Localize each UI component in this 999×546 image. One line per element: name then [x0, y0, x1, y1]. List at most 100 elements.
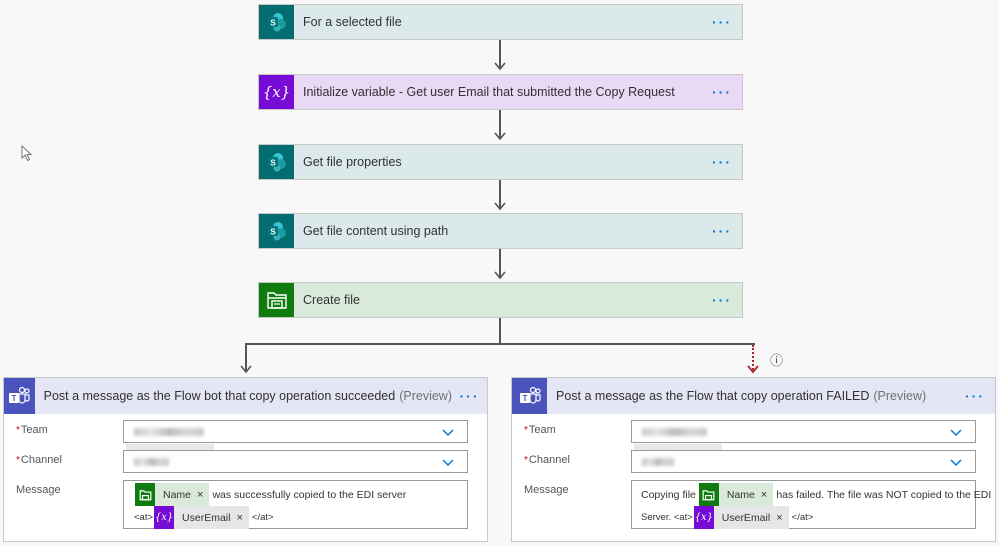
step-title: For a selected file — [303, 15, 402, 29]
message-text: </at> — [791, 512, 814, 523]
redacted-value — [642, 458, 674, 466]
dynamic-token-useremail[interactable]: {x} UserEmail × — [693, 506, 789, 529]
step-title: Get file properties — [303, 155, 402, 169]
action-header[interactable]: T Post a message as the Flow bot that co… — [4, 378, 487, 414]
preview-badge: (Preview) — [399, 389, 453, 403]
message-input[interactable]: Copying file Name × has failed. The file … — [631, 480, 991, 529]
teams-icon: T — [512, 378, 547, 414]
more-options-button[interactable]: ··· — [702, 75, 742, 109]
more-options-button[interactable]: ··· — [702, 214, 742, 248]
branch-connector-horizontal — [245, 343, 755, 345]
message-label: Message — [16, 484, 61, 496]
more-options-button[interactable]: ··· — [702, 145, 742, 179]
more-options-button[interactable]: ··· — [955, 378, 995, 414]
sharepoint-icon: S — [259, 214, 294, 248]
remove-token-button[interactable]: × — [761, 489, 767, 501]
arrow-down-icon — [494, 132, 506, 141]
more-options-button[interactable]: ··· — [702, 283, 742, 317]
sharepoint-icon: S — [259, 145, 294, 179]
svg-text:T: T — [522, 394, 527, 403]
more-options-button[interactable]: ··· — [702, 5, 742, 39]
redacted-value — [134, 428, 204, 436]
preview-badge: (Preview) — [873, 389, 927, 403]
chevron-down-icon[interactable] — [441, 455, 455, 469]
message-input[interactable]: Name × was successfully copied to the EDI… — [123, 480, 468, 529]
message-text: <at> — [134, 512, 154, 523]
required-mark: * — [16, 425, 20, 436]
token-label: UserEmail — [182, 511, 231, 524]
redacted-value — [642, 428, 707, 436]
action-title: Post a message as the Flow bot that copy… — [35, 378, 452, 414]
step-title: Initialize variable - Get user Email tha… — [303, 85, 675, 99]
chevron-down-icon[interactable] — [441, 425, 455, 439]
remove-token-button[interactable]: × — [236, 512, 242, 524]
message-text: was successfully copied to the EDI serve… — [212, 488, 407, 501]
remove-token-button[interactable]: × — [776, 512, 782, 524]
team-label-text: Team — [528, 424, 556, 436]
variable-icon: {x} — [259, 75, 294, 109]
sharepoint-icon: S — [259, 5, 294, 39]
teams-action-success: T Post a message as the Flow bot that co… — [3, 377, 488, 542]
required-mark: * — [524, 455, 528, 466]
channel-label-text: Channel — [528, 454, 570, 466]
required-mark: * — [16, 455, 20, 466]
svg-text:S: S — [270, 19, 276, 28]
team-label: *Team — [16, 424, 48, 436]
step-card-get-file-content[interactable]: S Get file content using path ··· — [258, 213, 743, 249]
file-system-icon — [698, 483, 719, 506]
dynamic-token-name[interactable]: Name × — [698, 483, 774, 506]
mouse-cursor-icon — [21, 145, 33, 162]
team-label: *Team — [524, 424, 556, 436]
message-label: Message — [524, 484, 569, 496]
svg-text:S: S — [270, 159, 276, 168]
dynamic-token-name[interactable]: Name × — [135, 483, 210, 506]
arrow-down-icon — [494, 271, 506, 280]
svg-text:S: S — [270, 228, 276, 237]
step-card-initialize-variable[interactable]: {x} Initialize variable - Get user Email… — [258, 74, 743, 110]
action-title-text: Post a message as the Flow that copy ope… — [556, 389, 870, 403]
team-dropdown[interactable] — [631, 420, 976, 443]
svg-text:T: T — [12, 394, 17, 403]
teams-icon: T — [4, 378, 35, 414]
file-system-icon — [259, 283, 294, 317]
team-dropdown[interactable] — [123, 420, 468, 443]
message-text: Server. <at> — [641, 512, 693, 523]
remove-token-button[interactable]: × — [197, 489, 203, 501]
message-text: </at> — [251, 512, 274, 523]
file-system-icon — [135, 483, 155, 506]
arrow-down-icon — [494, 202, 506, 211]
action-header[interactable]: T Post a message as the Flow that copy o… — [512, 378, 995, 414]
token-label: Name — [163, 488, 192, 501]
step-title: Get file content using path — [303, 224, 449, 238]
token-label: Name — [726, 488, 755, 501]
teams-action-failure: T Post a message as the Flow that copy o… — [511, 377, 996, 542]
arrow-down-icon — [494, 62, 506, 71]
channel-dropdown[interactable] — [123, 450, 468, 473]
action-title: Post a message as the Flow that copy ope… — [547, 378, 955, 414]
dynamic-token-useremail[interactable]: {x} UserEmail × — [154, 506, 249, 529]
step-card-get-file-properties[interactable]: S Get file properties ··· — [258, 144, 743, 180]
team-label-text: Team — [20, 424, 48, 436]
step-card-create-file[interactable]: Create file ··· — [258, 282, 743, 318]
channel-label: *Channel — [16, 454, 62, 466]
connector-line — [499, 318, 501, 344]
arrow-down-icon — [240, 365, 252, 374]
token-label: UserEmail — [721, 511, 771, 524]
run-after-info-icon[interactable]: ⓘ — [770, 350, 783, 369]
more-options-button[interactable]: ··· — [452, 378, 487, 414]
chevron-down-icon[interactable] — [949, 425, 963, 439]
channel-label: *Channel — [524, 454, 570, 466]
step-title: Create file — [303, 293, 360, 307]
variable-icon: {x} — [154, 506, 175, 529]
message-text: has failed. The file was NOT copied to t… — [776, 488, 992, 501]
message-text: Copying file — [641, 488, 696, 501]
variable-icon: {x} — [693, 506, 714, 529]
channel-label-text: Channel — [20, 454, 62, 466]
required-mark: * — [524, 425, 528, 436]
arrow-down-red-icon — [747, 365, 759, 374]
redacted-value — [134, 458, 169, 466]
chevron-down-icon[interactable] — [949, 455, 963, 469]
step-card-for-selected-file[interactable]: S For a selected file ··· — [258, 4, 743, 40]
action-title-text: Post a message as the Flow bot that copy… — [43, 389, 396, 403]
channel-dropdown[interactable] — [631, 450, 976, 473]
